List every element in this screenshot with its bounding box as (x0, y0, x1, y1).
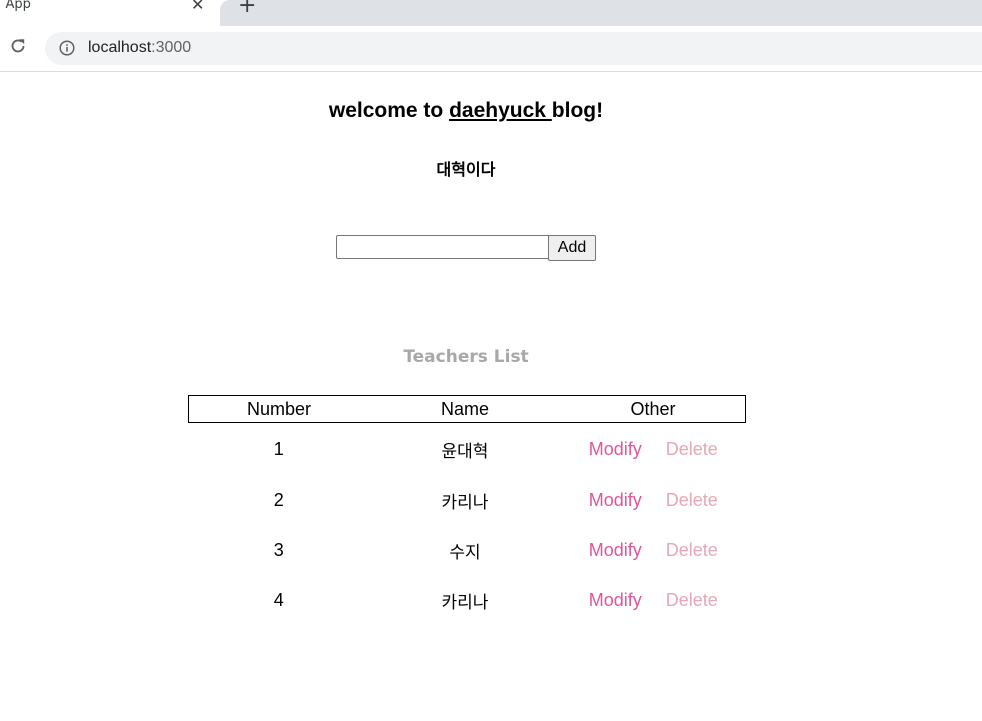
modify-button[interactable]: Modify (589, 439, 642, 459)
header-name: Name (440, 398, 489, 419)
teachers-table: Number Name Other 1 윤대혁 Modify Delete 2 카… (188, 395, 746, 625)
header-other: Other (630, 398, 676, 419)
new-tab-icon[interactable]: + (238, 0, 256, 17)
row-name: 카리나 (441, 592, 489, 613)
row-number: 1 (273, 438, 284, 459)
table-row: 3 수지 Modify Delete (189, 525, 746, 575)
row-number: 4 (273, 589, 284, 610)
tab-title: : App (0, 0, 31, 12)
page-subtitle: 대혁이다 (436, 160, 496, 179)
headline-suffix: blog! (551, 99, 604, 122)
page-title: welcome to daehyuck blog! (0, 99, 932, 123)
row-number: 2 (273, 489, 284, 510)
row-name: 수지 (449, 542, 481, 563)
table-header-row: Number Name Other (188, 395, 746, 423)
browser-toolbar: localhost:3000 (0, 26, 982, 72)
browser-tab[interactable]: : App ✕ (0, 0, 220, 26)
tab-edge (220, 0, 232, 26)
headline-link[interactable]: daehyuck (449, 99, 552, 122)
reload-icon[interactable] (8, 36, 28, 56)
add-button[interactable]: Add (548, 235, 596, 261)
row-actions: Modify Delete (561, 423, 746, 476)
url-port: :3000 (151, 39, 192, 56)
url-text: localhost:3000 (88, 39, 191, 57)
delete-button[interactable]: Delete (666, 590, 718, 610)
info-icon[interactable] (59, 40, 75, 56)
row-name: 카리나 (441, 492, 489, 513)
row-actions: Modify Delete (561, 525, 746, 575)
close-icon[interactable]: ✕ (191, 0, 204, 14)
modify-button[interactable]: Modify (589, 590, 642, 610)
row-name: 윤대혁 (441, 441, 489, 462)
teacher-name-input[interactable] (336, 235, 550, 259)
delete-button[interactable]: Delete (666, 490, 718, 510)
modify-button[interactable]: Modify (589, 540, 642, 560)
url-host: localhost (88, 39, 152, 56)
header-number: Number (246, 398, 312, 419)
delete-button[interactable]: Delete (666, 540, 718, 560)
row-number: 3 (273, 539, 284, 560)
table-row: 2 카리나 Modify Delete (189, 475, 746, 525)
tab-strip: : App ✕ + (0, 0, 982, 26)
table-row: 1 윤대혁 Modify Delete (189, 423, 746, 476)
row-actions: Modify Delete (561, 475, 746, 525)
address-bar[interactable]: localhost:3000 (45, 32, 982, 65)
headline-prefix: welcome to (328, 99, 450, 122)
row-actions: Modify Delete (561, 575, 746, 625)
list-title: Teachers List (403, 347, 529, 367)
delete-button[interactable]: Delete (666, 439, 718, 459)
page-content: welcome to daehyuck blog! 대혁이다 Add Teach… (0, 72, 982, 721)
table-row: 4 카리나 Modify Delete (189, 575, 746, 625)
modify-button[interactable]: Modify (589, 490, 642, 510)
